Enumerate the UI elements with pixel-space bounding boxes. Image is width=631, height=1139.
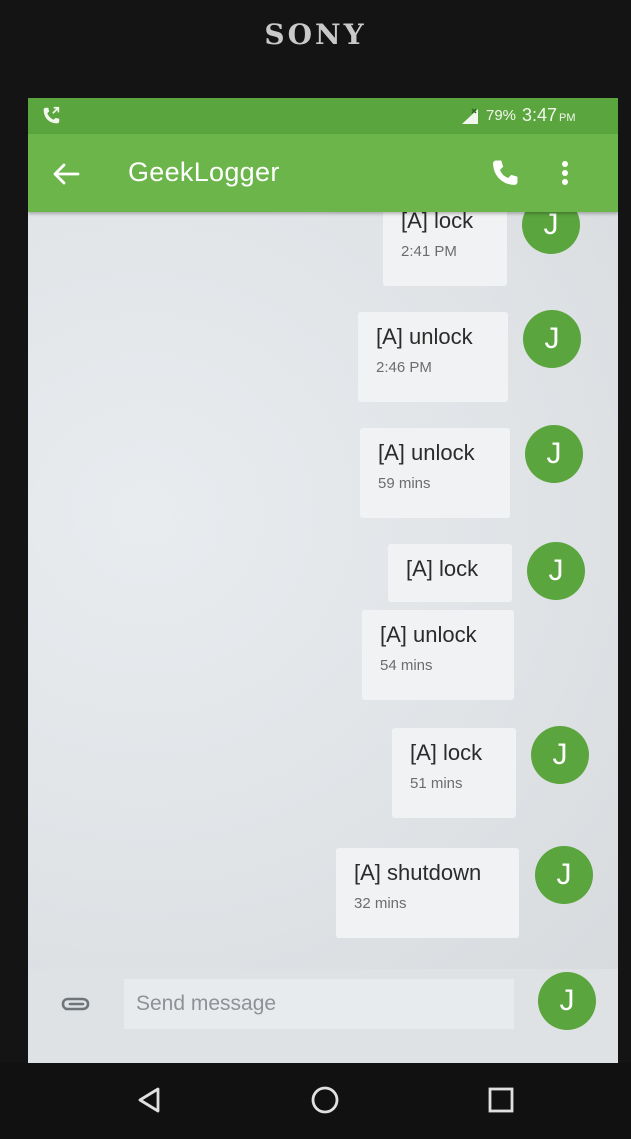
arrow-left-icon[interactable] [52,162,80,186]
message-timestamp: 2:41 PM [401,243,457,260]
status-bar: 79% 3:47 PM [28,98,618,134]
message-text: [A] lock [406,556,479,581]
avatar[interactable]: J [527,542,585,600]
message-text: [A] lock [410,740,483,765]
status-time: 3:47 PM [522,105,576,126]
android-nav-bar [0,1063,631,1139]
conversation-title: GeekLogger [128,157,280,187]
paperclip-icon[interactable] [58,991,94,1019]
message-text: [A] unlock [380,622,477,647]
phone-icon[interactable] [490,158,520,188]
message-text: [A] shutdown [354,860,482,885]
avatar[interactable]: J [531,726,589,784]
message-bubble[interactable]: [A] shutdown 32 mins [336,848,519,938]
home-circle-icon[interactable] [308,1083,342,1117]
message-timestamp: 32 mins [354,895,407,912]
status-time-value: 3:47 [522,105,558,125]
message-bubble[interactable]: [A] unlock 59 mins [360,428,510,518]
phone-forward-icon [43,106,60,124]
signal-icon [462,108,478,124]
message-bubble[interactable]: [A] unlock 2:46 PM [358,312,508,402]
message-timestamp: 2:46 PM [376,359,432,376]
status-ampm: PM [559,112,576,124]
more-vert-icon[interactable] [552,158,578,188]
message-timestamp: 54 mins [380,657,433,674]
message-text: [A] unlock [376,324,473,349]
message-timestamp: 51 mins [410,775,463,792]
device-brand: SONY [264,18,367,51]
message-bubble[interactable]: [A] lock 51 mins [392,728,516,818]
battery-level: 79% [486,107,517,124]
message-text: [A] unlock [378,440,475,465]
back-triangle-icon[interactable] [132,1083,166,1117]
compose-bar: J [28,969,618,1063]
message-timestamp: 59 mins [378,475,431,492]
avatar[interactable]: J [523,310,581,368]
message-bubble[interactable]: [A] lock [388,544,512,602]
message-list[interactable]: [A] lock 2:41 PM J [A] unlock 2:46 PM J … [28,196,618,969]
app-toolbar: GeekLogger [28,134,618,212]
recents-square-icon[interactable] [484,1083,518,1117]
message-input[interactable] [124,979,514,1029]
send-avatar[interactable]: J [538,972,596,1030]
message-bubble[interactable]: [A] unlock 54 mins [362,610,514,700]
phone-screen: 79% 3:47 PM GeekLogger [A] lock 2:41 PM J… [28,98,618,1063]
avatar[interactable]: J [535,846,593,904]
avatar[interactable]: J [525,425,583,483]
